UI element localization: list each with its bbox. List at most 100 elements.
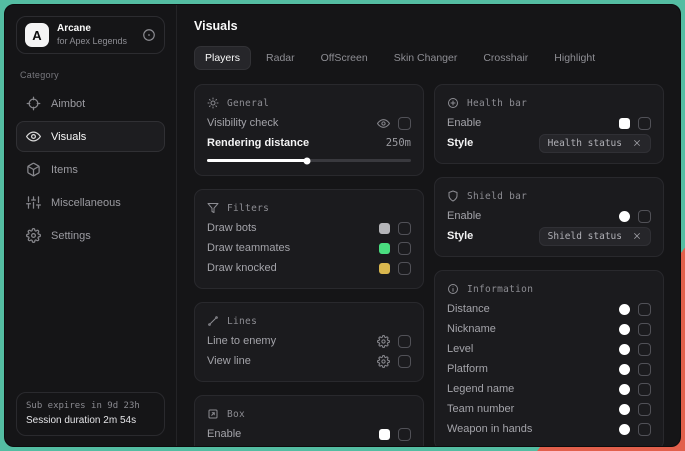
setting-row-team-number: Team number	[447, 399, 651, 419]
tab-skin-changer[interactable]: Skin Changer	[383, 46, 469, 70]
right-column: Health barEnableStyleHealth statusShield…	[434, 84, 664, 446]
setting-row-draw-knocked: Draw knocked	[207, 258, 411, 278]
tab-offscreen[interactable]: OffScreen	[310, 46, 379, 70]
category-label: Category	[20, 70, 161, 80]
card-header: Lines	[207, 313, 411, 329]
checkbox[interactable]	[638, 343, 651, 356]
tab-players[interactable]: Players	[194, 46, 251, 70]
setting-controls	[379, 222, 411, 235]
setting-label: Distance	[447, 303, 490, 315]
checkbox[interactable]	[638, 323, 651, 336]
setting-label: Legend name	[447, 383, 514, 395]
checkbox[interactable]	[638, 210, 651, 223]
card-title: Lines	[227, 316, 257, 327]
checkbox[interactable]	[398, 262, 411, 275]
sliders-icon	[26, 195, 41, 210]
setting-controls	[619, 303, 651, 316]
setting-row-draw-bots: Draw bots	[207, 218, 411, 238]
sidebar-item-visuals[interactable]: Visuals	[16, 121, 165, 152]
color-swatch[interactable]	[379, 243, 390, 254]
setting-row-rendering-distance: Rendering distance250m	[207, 133, 411, 153]
gear-icon[interactable]	[377, 335, 390, 348]
checkbox[interactable]	[398, 222, 411, 235]
setting-label: Draw bots	[207, 222, 257, 234]
sidebar: A Arcane for Apex Legends Category Aimbo…	[5, 5, 177, 446]
checkbox[interactable]	[398, 242, 411, 255]
setting-controls: 250m	[386, 137, 411, 149]
card-title: Shield bar	[467, 191, 527, 202]
setting-controls	[377, 117, 411, 130]
setting-controls	[379, 428, 411, 441]
checkbox[interactable]	[398, 117, 411, 130]
setting-row-level: Level	[447, 339, 651, 359]
close-icon[interactable]	[632, 231, 642, 241]
profile-card: A Arcane for Apex Legends	[16, 16, 165, 54]
setting-row-draw-teammates: Draw teammates	[207, 238, 411, 258]
card-header: General	[207, 95, 411, 111]
profile-text: Arcane for Apex Legends	[57, 23, 134, 47]
card-filters: FiltersDraw botsDraw teammatesDraw knock…	[194, 189, 424, 289]
setting-row-weapon-in-hands: Weapon in hands	[447, 419, 651, 439]
color-swatch[interactable]	[619, 324, 630, 335]
color-swatch[interactable]	[379, 263, 390, 274]
style-dropdown[interactable]: Shield status	[539, 227, 651, 246]
setting-label: Draw knocked	[207, 262, 277, 274]
close-icon[interactable]	[632, 138, 642, 148]
color-swatch[interactable]	[619, 424, 630, 435]
setting-row-line-to-enemy: Line to enemy	[207, 331, 411, 351]
crosshair-icon	[26, 96, 41, 111]
sun-icon	[207, 97, 219, 109]
setting-row-enable: Enable	[207, 424, 411, 444]
setting-controls	[619, 210, 651, 223]
left-column: General Visibility checkRendering distanc…	[194, 84, 424, 446]
setting-controls	[619, 363, 651, 376]
setting-label: View line	[207, 355, 251, 367]
style-dropdown[interactable]: Health status	[539, 134, 651, 153]
tab-radar[interactable]: Radar	[255, 46, 306, 70]
checkbox[interactable]	[398, 428, 411, 441]
slider-track[interactable]	[207, 159, 411, 162]
sidebar-item-label: Miscellaneous	[51, 197, 121, 209]
color-swatch[interactable]	[619, 118, 630, 129]
app-logo: A	[25, 23, 49, 47]
tab-crosshair[interactable]: Crosshair	[472, 46, 539, 70]
checkbox[interactable]	[638, 303, 651, 316]
sidebar-item-aimbot[interactable]: Aimbot	[16, 88, 165, 119]
color-swatch[interactable]	[619, 384, 630, 395]
checkbox[interactable]	[638, 423, 651, 436]
sidebar-nav: AimbotVisualsItems Miscellaneous Settings	[16, 86, 165, 253]
sidebar-item-miscellaneous[interactable]: Miscellaneous	[16, 187, 165, 218]
eye-icon[interactable]	[377, 117, 390, 130]
sidebar-item-settings[interactable]: Settings	[16, 220, 165, 251]
setting-label: Enable	[447, 210, 481, 222]
card-title: Health bar	[467, 98, 527, 109]
setting-label: Platform	[447, 363, 488, 375]
color-swatch[interactable]	[379, 223, 390, 234]
checkbox[interactable]	[638, 117, 651, 130]
sidebar-item-items[interactable]: Items	[16, 154, 165, 185]
setting-controls	[619, 343, 651, 356]
checkbox[interactable]	[638, 383, 651, 396]
target-icon[interactable]	[142, 28, 156, 42]
slider-knob[interactable]	[303, 157, 310, 164]
card-header: Shield bar	[447, 188, 651, 204]
checkbox[interactable]	[638, 403, 651, 416]
setting-row-view-line: View line	[207, 351, 411, 371]
checkbox[interactable]	[398, 355, 411, 368]
gear-icon[interactable]	[377, 355, 390, 368]
color-swatch[interactable]	[619, 364, 630, 375]
checkbox[interactable]	[398, 335, 411, 348]
color-swatch[interactable]	[619, 304, 630, 315]
setting-controls	[377, 335, 411, 348]
info-icon	[447, 283, 459, 295]
setting-row-visibility-check: Visibility check	[207, 113, 411, 133]
color-swatch[interactable]	[619, 211, 630, 222]
tab-highlight[interactable]: Highlight	[543, 46, 606, 70]
card-general: General Visibility checkRendering distanc…	[194, 84, 424, 176]
dropdown-value: Shield status	[548, 231, 622, 242]
color-swatch[interactable]	[619, 344, 630, 355]
color-swatch[interactable]	[379, 429, 390, 440]
color-swatch[interactable]	[619, 404, 630, 415]
card-header: Box	[207, 406, 411, 422]
checkbox[interactable]	[638, 363, 651, 376]
